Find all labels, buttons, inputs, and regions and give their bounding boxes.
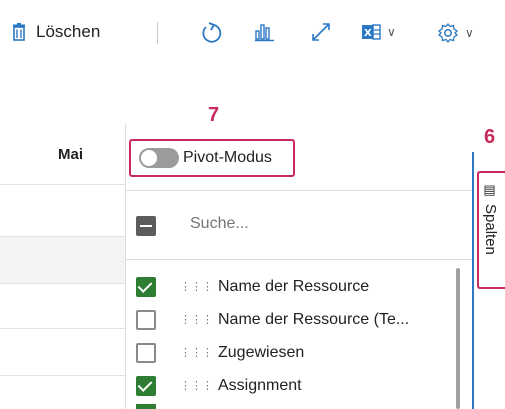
toolbar: Löschen X ∨ ∨ [0,0,505,66]
expand-icon [312,23,330,41]
column-header-mai[interactable]: Mai [0,124,125,184]
column-checkbox[interactable] [136,343,156,363]
pivot-mode-row: Pivot-Modus [126,124,472,191]
drag-handle-icon[interactable]: ⋮⋮⋮ [180,281,213,292]
toggle-knob [141,150,157,166]
delete-button[interactable]: Löschen [12,22,100,42]
refresh-icon [202,22,222,43]
expand-button[interactable] [311,22,331,42]
settings-icon [437,22,459,44]
refresh-button[interactable] [200,22,224,44]
column-list-item[interactable]: ⋮⋮⋮ Name der Ressource [136,273,456,301]
chart-icon [255,24,274,42]
drag-handle-icon[interactable]: ⋮⋮⋮ [180,380,213,391]
chart-button[interactable] [255,22,275,42]
column-list-item[interactable]: ⋮⋮⋮ Assignment [136,372,456,400]
settings-button[interactable]: ∨ [437,22,474,44]
column-label: Zugewiesen [218,344,305,361]
column-list-item[interactable]: ⋮⋮⋮ Name der Ressource (Te... [136,306,456,334]
column-list-item[interactable]: ⋮⋮⋮ Zugewiesen [136,339,456,367]
drag-handle-icon[interactable]: ⋮⋮⋮ [180,314,213,325]
toolbar-divider [157,22,158,44]
columns-side-tab[interactable]: ▤ Spalten [477,171,505,289]
excel-export-button[interactable]: X ∨ [361,22,396,42]
column-search-input[interactable] [190,215,390,233]
pivot-mode-toggle[interactable] [139,148,179,168]
column-checkbox-partial[interactable] [136,404,156,409]
column-search-row [126,191,472,260]
excel-icon: X [362,24,381,40]
chevron-down-icon[interactable]: ∨ [387,25,396,39]
grid-row-divider [0,328,125,329]
pivot-mode-label: Pivot-Modus [183,149,272,166]
column-list-scrollbar[interactable] [456,268,460,409]
trash-icon [13,23,25,41]
column-checkbox[interactable] [136,277,156,297]
delete-label: Löschen [36,22,101,41]
grid-row-divider [0,375,125,376]
column-checkbox[interactable] [136,310,156,330]
select-all-checkbox[interactable] [136,216,156,236]
svg-text:X: X [364,28,372,39]
column-label: Name der Ressource (Te... [218,311,410,328]
column-label: Assignment [218,377,302,394]
drag-handle-icon[interactable]: ⋮⋮⋮ [180,347,213,358]
pivot-mode-highlight: Pivot-Modus [129,139,295,177]
grid-row-divider [0,184,125,185]
side-tab-indicator [472,152,474,409]
columns-tab-label: Spalten [482,204,499,255]
grid-row[interactable] [0,237,125,283]
grid-row-divider [0,283,125,284]
column-header-label: Mai [57,145,83,163]
chevron-down-icon[interactable]: ∨ [465,26,474,40]
annotation-marker-6: 6 [484,126,496,148]
columns-icon: ▤ [483,183,498,198]
column-label: Name der Ressource [218,278,370,295]
column-checkbox[interactable] [136,376,156,396]
